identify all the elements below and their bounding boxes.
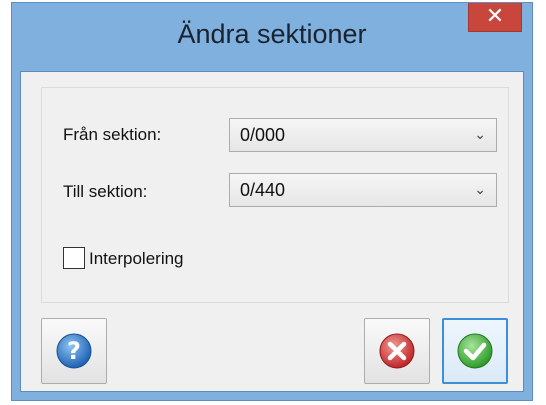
- interpolate-label: Interpolering: [89, 249, 184, 268]
- from-section-label: Från sektion:: [63, 125, 162, 144]
- green-check-icon: [457, 333, 493, 369]
- section-group: Från sektion: 0/000 ⌄ Till sektion: 0/44…: [41, 87, 509, 303]
- from-section-value: 0/000: [240, 125, 286, 145]
- chevron-down-icon: ⌄: [474, 182, 486, 198]
- help-button[interactable]: ?: [41, 318, 107, 384]
- cancel-button[interactable]: [364, 318, 430, 384]
- to-section-value: 0/440: [240, 180, 286, 200]
- chevron-down-icon: ⌄: [474, 127, 486, 143]
- close-button[interactable]: ✕: [468, 3, 522, 32]
- ok-button[interactable]: [442, 318, 508, 384]
- dialog-title: Ändra sektioner: [177, 19, 367, 49]
- to-section-select[interactable]: 0/440 ⌄: [229, 173, 497, 207]
- question-icon: ?: [56, 333, 92, 369]
- red-x-icon: [379, 333, 415, 369]
- dialog-window: Ändra sektioner ✕ Från sektion: 0/000 ⌄ …: [11, 2, 533, 401]
- from-section-select[interactable]: 0/000 ⌄: [229, 118, 497, 152]
- close-icon: ✕: [485, 4, 505, 29]
- interpolate-checkbox[interactable]: [63, 247, 85, 269]
- title-bar[interactable]: Ändra sektioner ✕: [12, 3, 532, 71]
- to-section-label: Till sektion:: [63, 182, 148, 201]
- svg-text:?: ?: [67, 337, 81, 365]
- dialog-body: Från sektion: 0/000 ⌄ Till sektion: 0/44…: [20, 71, 524, 392]
